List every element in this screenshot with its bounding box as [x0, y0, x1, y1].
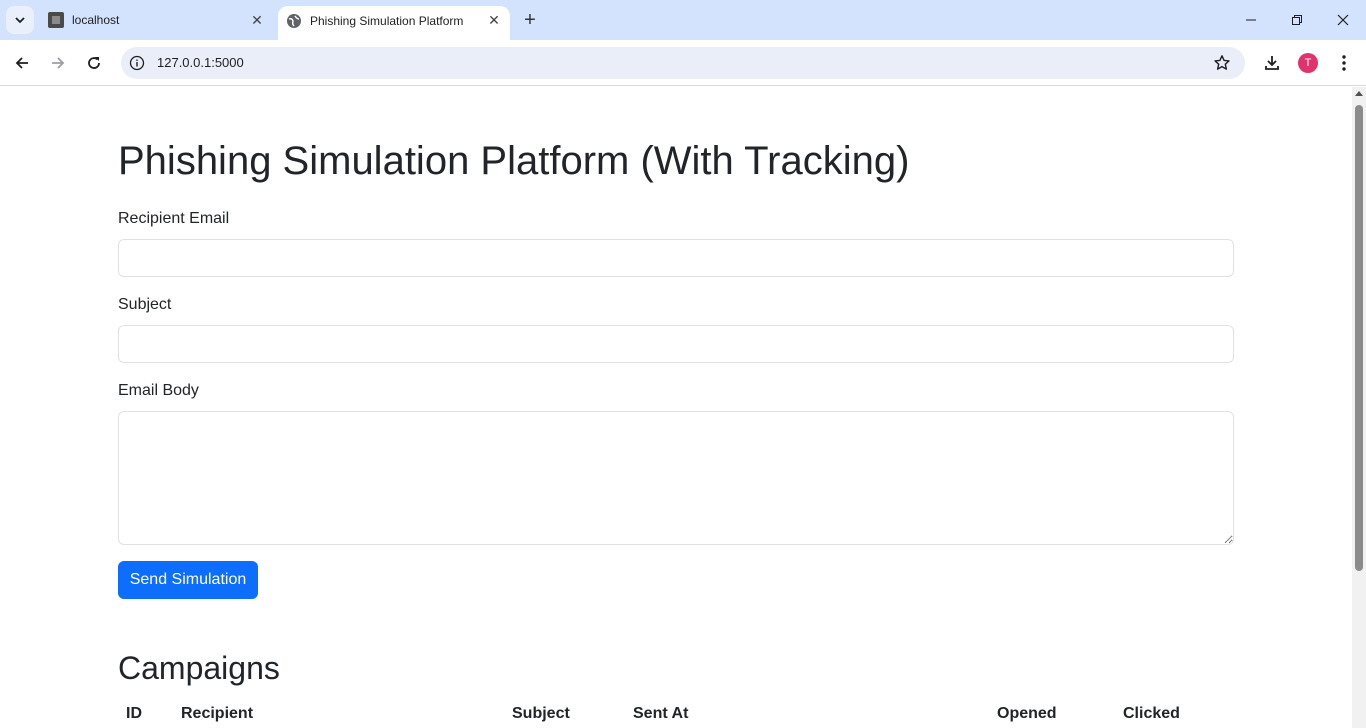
avatar: T — [1298, 53, 1318, 73]
subject-input[interactable] — [118, 325, 1234, 363]
restore-icon[interactable] — [1274, 0, 1320, 40]
tab-title: localhost — [72, 13, 120, 27]
email-body-label: Email Body — [118, 382, 199, 399]
page-scrollbar[interactable] — [1352, 87, 1366, 728]
subject-label: Subject — [118, 296, 172, 313]
reload-icon[interactable] — [80, 49, 108, 77]
column-header-subject: Subject — [512, 705, 570, 722]
browser-tabstrip: localhost ✕ Phishing Simulation Platform… — [0, 0, 1366, 40]
page-title: Phishing Simulation Platform (With Track… — [118, 139, 910, 183]
column-header-clicked: Clicked — [1123, 705, 1180, 722]
tab-localhost[interactable]: localhost ✕ — [38, 0, 274, 40]
profile-button[interactable]: T — [1294, 49, 1322, 77]
address-url: 127.0.0.1:5000 — [157, 55, 244, 70]
page-content: Phishing Simulation Platform (With Track… — [0, 87, 1352, 728]
bookmark-star-icon[interactable] — [1213, 54, 1231, 72]
minimize-icon[interactable] — [1228, 0, 1274, 40]
globe-icon — [286, 13, 302, 29]
column-header-sent-at: Sent At — [633, 705, 689, 722]
browser-toolbar: 127.0.0.1:5000 T — [0, 40, 1366, 86]
campaigns-table-header: ID Recipient Subject Sent At Opened Clic… — [118, 703, 1234, 725]
column-header-id: ID — [126, 705, 142, 722]
scroll-up-arrow-icon[interactable] — [1355, 91, 1363, 96]
chevron-down-icon — [15, 17, 25, 24]
site-info-icon[interactable] — [129, 55, 145, 71]
recipient-email-label: Recipient Email — [118, 210, 230, 227]
column-header-recipient: Recipient — [181, 705, 254, 722]
campaigns-title: Campaigns — [118, 650, 280, 686]
download-icon[interactable] — [1258, 49, 1286, 77]
recipient-email-input[interactable] — [118, 239, 1234, 277]
localhost-favicon-icon — [48, 12, 64, 28]
back-arrow-icon[interactable] — [8, 49, 36, 77]
scrollbar-thumb[interactable] — [1355, 105, 1363, 571]
column-header-opened: Opened — [997, 705, 1057, 722]
window-close-icon[interactable] — [1320, 0, 1366, 40]
tab-phishing-simulation[interactable]: Phishing Simulation Platform ✕ — [278, 6, 510, 40]
close-icon[interactable]: ✕ — [248, 11, 266, 29]
new-tab-plus-icon[interactable]: + — [518, 8, 542, 32]
send-simulation-button[interactable]: Send Simulation — [118, 561, 258, 599]
tab-search-button[interactable] — [6, 6, 34, 34]
email-body-textarea[interactable] — [118, 411, 1234, 545]
address-bar[interactable]: 127.0.0.1:5000 — [121, 47, 1245, 79]
tab-title: Phishing Simulation Platform — [310, 14, 464, 28]
more-menu-icon[interactable] — [1330, 49, 1358, 77]
close-icon[interactable]: ✕ — [485, 11, 503, 29]
forward-arrow-icon[interactable] — [44, 49, 72, 77]
